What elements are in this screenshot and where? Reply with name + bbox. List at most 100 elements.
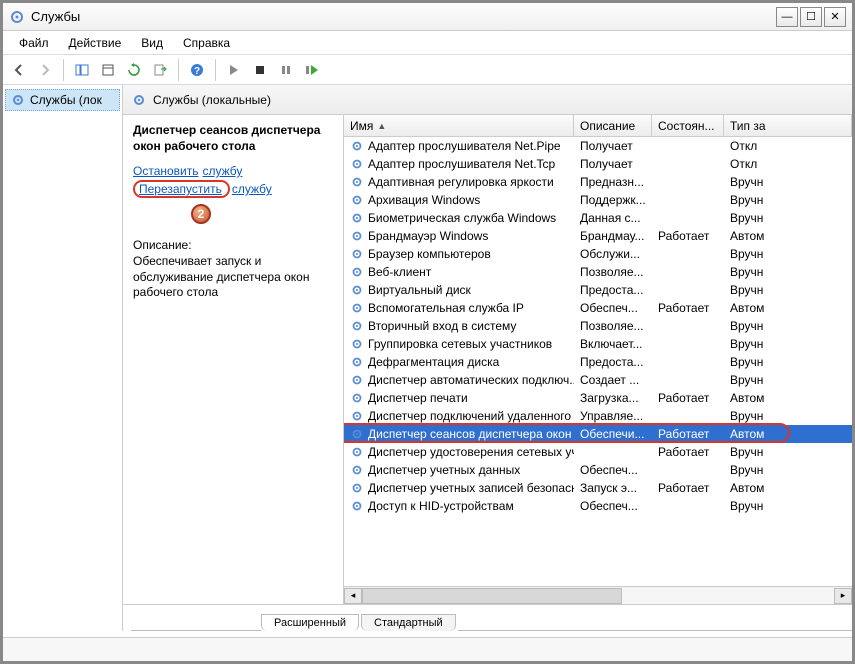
scroll-track[interactable] bbox=[362, 588, 834, 604]
close-button[interactable]: ✕ bbox=[824, 7, 846, 27]
service-type-cell: Вручн bbox=[724, 193, 852, 207]
service-row[interactable]: Брандмауэр WindowsБрандмау...РаботаетАвт… bbox=[344, 227, 852, 245]
service-name-cell: Виртуальный диск bbox=[344, 283, 574, 297]
service-row[interactable]: Адаптер прослушивателя Net.TcpПолучаетОт… bbox=[344, 155, 852, 173]
help-button[interactable]: ? bbox=[185, 58, 209, 82]
column-type[interactable]: Тип за bbox=[724, 115, 852, 136]
minimize-button[interactable]: — bbox=[776, 7, 798, 27]
column-name[interactable]: Имя▲ bbox=[344, 115, 574, 136]
service-type-cell: Вручн bbox=[724, 499, 852, 513]
service-row[interactable]: Биометрическая служба WindowsДанная с...… bbox=[344, 209, 852, 227]
window-title: Службы bbox=[31, 9, 770, 24]
service-type-cell: Вручн bbox=[724, 319, 852, 333]
nav-forward-button[interactable] bbox=[33, 58, 57, 82]
stop-service-link[interactable]: Остановить службу bbox=[133, 164, 333, 178]
content-header: Службы (локальные) bbox=[123, 85, 852, 115]
service-desc-cell: Обеспеч... bbox=[574, 499, 652, 513]
service-desc-cell: Запуск э... bbox=[574, 481, 652, 495]
service-desc-cell: Обеспечи... bbox=[574, 427, 652, 441]
nav-tree: Службы (лок bbox=[3, 85, 123, 631]
horizontal-scrollbar[interactable]: ◂ ▸ bbox=[344, 586, 852, 604]
menu-view[interactable]: Вид bbox=[133, 34, 171, 52]
service-type-cell: Автом bbox=[724, 481, 852, 495]
service-desc-cell: Предоста... bbox=[574, 355, 652, 369]
restart-service-link-suffix[interactable]: службу bbox=[232, 182, 272, 196]
service-type-cell: Автом bbox=[724, 427, 852, 441]
scroll-thumb[interactable] bbox=[362, 588, 622, 604]
service-row[interactable]: Диспетчер печатиЗагрузка...РаботаетАвтом bbox=[344, 389, 852, 407]
service-desc-cell: Обслужи... bbox=[574, 247, 652, 261]
service-desc-cell: Предоста... bbox=[574, 283, 652, 297]
service-row[interactable]: Дефрагментация дискаПредоста...Вручн bbox=[344, 353, 852, 371]
service-name-cell: Диспетчер учетных данных bbox=[344, 463, 574, 477]
service-state-cell: Работает bbox=[652, 427, 724, 441]
service-row[interactable]: Диспетчер учетных записей безопасн...Зап… bbox=[344, 479, 852, 497]
service-row[interactable]: Диспетчер подключений удаленногоУправляе… bbox=[344, 407, 852, 425]
menu-help[interactable]: Справка bbox=[175, 34, 238, 52]
service-type-cell: Вручн bbox=[724, 445, 852, 459]
service-row[interactable]: Архивация WindowsПоддержк...Вручн bbox=[344, 191, 852, 209]
service-row[interactable]: Диспетчер удостоверения сетевых уча...Ра… bbox=[344, 443, 852, 461]
refresh-button[interactable] bbox=[122, 58, 146, 82]
service-row[interactable]: Вспомогательная служба IPОбеспеч...Работ… bbox=[344, 299, 852, 317]
service-type-cell: Автом bbox=[724, 391, 852, 405]
service-row[interactable]: Диспетчер учетных данныхОбеспеч...Вручн bbox=[344, 461, 852, 479]
gear-icon bbox=[10, 92, 26, 108]
scroll-right-button[interactable]: ▸ bbox=[834, 588, 852, 604]
nav-services-local[interactable]: Службы (лок bbox=[5, 89, 120, 111]
stop-service-button[interactable] bbox=[248, 58, 272, 82]
pause-service-button[interactable] bbox=[274, 58, 298, 82]
scroll-left-button[interactable]: ◂ bbox=[344, 588, 362, 604]
service-row[interactable]: Доступ к HID-устройствамОбеспеч...Вручн bbox=[344, 497, 852, 515]
service-row[interactable]: Диспетчер сеансов диспетчера окон р...Об… bbox=[344, 425, 852, 443]
service-type-cell: Вручн bbox=[724, 175, 852, 189]
service-name-cell: Дефрагментация диска bbox=[344, 355, 574, 369]
services-app-icon bbox=[9, 9, 25, 25]
service-rows[interactable]: Адаптер прослушивателя Net.PipeПолучает О… bbox=[344, 137, 852, 586]
selected-service-title: Диспетчер сеансов диспетчера окон рабоче… bbox=[133, 123, 333, 154]
menu-file[interactable]: Файл bbox=[11, 34, 57, 52]
nav-item-label: Службы (лок bbox=[30, 93, 102, 107]
service-name-cell: Вторичный вход в систему bbox=[344, 319, 574, 333]
export-button[interactable] bbox=[148, 58, 172, 82]
service-row[interactable]: Группировка сетевых участниковВключает..… bbox=[344, 335, 852, 353]
service-row[interactable]: Адаптивная регулировка яркостиПредназн..… bbox=[344, 173, 852, 191]
service-name-cell: Вспомогательная служба IP bbox=[344, 301, 574, 315]
service-name-cell: Браузер компьютеров bbox=[344, 247, 574, 261]
start-service-button[interactable] bbox=[222, 58, 246, 82]
service-name-cell: Архивация Windows bbox=[344, 193, 574, 207]
description-text: Обеспечивает запуск и обслуживание диспе… bbox=[133, 254, 333, 301]
service-state-cell: Работает bbox=[652, 301, 724, 315]
service-row[interactable]: Диспетчер автоматических подключ...Созда… bbox=[344, 371, 852, 389]
service-type-cell: Вручн bbox=[724, 247, 852, 261]
service-desc-cell: Позволяе... bbox=[574, 265, 652, 279]
service-name-cell: Адаптивная регулировка яркости bbox=[344, 175, 574, 189]
column-desc[interactable]: Описание bbox=[574, 115, 652, 136]
service-row[interactable]: Браузер компьютеровОбслужи... Вручн bbox=[344, 245, 852, 263]
sort-asc-icon: ▲ bbox=[377, 121, 386, 131]
detail-pane: Диспетчер сеансов диспетчера окон рабоче… bbox=[123, 115, 343, 604]
services-window: Службы — ☐ ✕ Файл Действие Вид Справка ? bbox=[0, 0, 855, 664]
menu-action[interactable]: Действие bbox=[61, 34, 130, 52]
service-row[interactable]: Виртуальный дискПредоста...Вручн bbox=[344, 281, 852, 299]
service-row[interactable]: Вторичный вход в системуПозволяе...Вручн bbox=[344, 317, 852, 335]
tab-standard[interactable]: Стандартный bbox=[361, 614, 456, 631]
service-type-cell: Вручн bbox=[724, 409, 852, 423]
service-row[interactable]: Адаптер прослушивателя Net.PipeПолучаетО… bbox=[344, 137, 852, 155]
show-hide-tree-button[interactable] bbox=[70, 58, 94, 82]
restart-service-button[interactable] bbox=[300, 58, 324, 82]
service-type-cell: Вручн bbox=[724, 265, 852, 279]
service-desc-cell: Получает bbox=[574, 157, 652, 171]
restart-service-link[interactable]: Перезапустить bbox=[133, 180, 230, 198]
service-desc-cell: Управляе... bbox=[574, 409, 652, 423]
nav-back-button[interactable] bbox=[7, 58, 31, 82]
maximize-button[interactable]: ☐ bbox=[800, 7, 822, 27]
service-desc-cell: Обеспеч... bbox=[574, 463, 652, 477]
properties-button[interactable] bbox=[96, 58, 120, 82]
service-row[interactable]: Веб-клиентПозволяе...Вручн bbox=[344, 263, 852, 281]
column-state[interactable]: Состоян... bbox=[652, 115, 724, 136]
menubar: Файл Действие Вид Справка bbox=[3, 31, 852, 55]
service-name-cell: Адаптер прослушивателя Net.Pipe bbox=[344, 139, 574, 153]
service-desc-cell: Обеспеч... bbox=[574, 301, 652, 315]
tab-extended[interactable]: Расширенный bbox=[261, 614, 359, 631]
